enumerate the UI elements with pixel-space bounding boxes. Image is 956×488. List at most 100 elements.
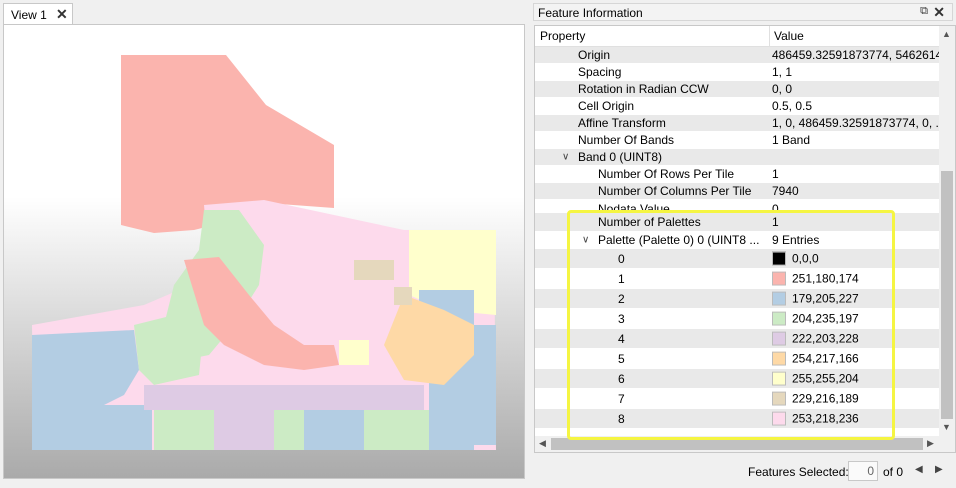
palette-rgb: 179,205,227 <box>792 291 859 306</box>
map-view[interactable] <box>3 24 525 479</box>
vertical-scroll-thumb[interactable] <box>941 171 953 419</box>
table-row[interactable]: Rotation in Radian CCW 0, 0 <box>535 81 939 98</box>
palette-index: 1 <box>618 271 625 286</box>
palette-value: 0,0,0 <box>772 251 939 266</box>
property-name: Origin <box>578 48 611 62</box>
color-swatch <box>772 331 786 346</box>
property-name: Rotation in Radian CCW <box>578 82 709 96</box>
palette-index: 5 <box>618 351 625 366</box>
scroll-down-icon[interactable]: ▼ <box>942 422 951 432</box>
chevron-down-icon[interactable]: ∨ <box>562 152 569 163</box>
property-name: Palette (Palette 0) 0 (UINT8 ... <box>598 233 760 247</box>
table-row[interactable]: Spacing 1, 1 <box>535 64 939 81</box>
palette-rgb: 0,0,0 <box>792 251 819 266</box>
panel-title-bar: Feature Information ⧉ ✕ <box>533 3 953 21</box>
table-row[interactable]: Affine Transform 1, 0, 486459.3259187377… <box>535 115 939 132</box>
palette-entry-row[interactable]: 0 0,0,0 <box>535 249 939 269</box>
scroll-right-icon[interactable]: ▶ <box>927 438 934 449</box>
palette-index: 7 <box>618 391 625 406</box>
property-value: 486459.32591873774, 5462614.71 <box>772 48 939 62</box>
property-value: 9 Entries <box>772 233 820 247</box>
property-value: 1 Band <box>772 133 811 147</box>
column-header-property[interactable]: Property <box>540 29 585 43</box>
palette-value: 222,203,228 <box>772 331 939 346</box>
vertical-scrollbar[interactable]: ▲ ▼ <box>939 26 955 436</box>
scroll-up-icon[interactable]: ▲ <box>942 29 951 39</box>
palette-value: 179,205,227 <box>772 291 939 306</box>
table-row[interactable]: Cell Origin 0.5, 0.5 <box>535 98 939 115</box>
palette-entry-row[interactable]: 2 179,205,227 <box>535 289 939 309</box>
horizontal-scrollbar[interactable]: ◀ ▶ <box>535 436 955 452</box>
float-panel-icon[interactable]: ⧉ <box>920 5 928 18</box>
palette-value: 254,217,166 <box>772 351 939 366</box>
palette-index: 3 <box>618 311 625 326</box>
palette-entry-row[interactable]: 7 229,216,189 <box>535 389 939 409</box>
color-swatch <box>772 311 786 326</box>
previous-feature-icon[interactable]: ◀ <box>915 464 923 475</box>
palette-entry-row[interactable]: 6 255,255,204 <box>535 369 939 389</box>
palette-entry-row[interactable]: 4 222,203,228 <box>535 329 939 349</box>
table-row-band-0[interactable]: ∨ Band 0 (UINT8) <box>535 149 939 166</box>
tab-close-icon[interactable]: ✕ <box>56 6 68 23</box>
palette-index: 8 <box>618 411 625 426</box>
table-row[interactable]: Nodata Value 0 <box>535 200 939 216</box>
property-value: 7940 <box>772 184 799 198</box>
property-name: Spacing <box>578 65 622 79</box>
tab-view-1-label: View 1 <box>11 8 47 22</box>
close-panel-icon[interactable]: ✕ <box>933 4 945 21</box>
color-swatch <box>772 411 786 426</box>
property-value: 0, 0 <box>772 82 793 96</box>
palette-rgb: 253,218,236 <box>792 411 859 426</box>
tab-view-1[interactable]: View 1 ✕ <box>3 3 73 24</box>
property-value: 1, 0, 486459.32591873774, 0, ... <box>772 116 939 130</box>
property-value: 1 <box>772 167 779 181</box>
property-name: Affine Transform <box>578 116 666 130</box>
palette-rgb: 204,235,197 <box>792 311 859 326</box>
table-row[interactable]: Number Of Columns Per Tile 7940 <box>535 183 939 200</box>
table-body: Origin 486459.32591873774, 5462614.71 Sp… <box>535 47 939 435</box>
horizontal-scroll-thumb[interactable] <box>551 438 923 450</box>
palette-entry-row[interactable]: 1 251,180,174 <box>535 269 939 289</box>
color-swatch <box>772 371 786 386</box>
next-feature-icon[interactable]: ▶ <box>935 464 943 475</box>
color-swatch <box>772 351 786 366</box>
table-row[interactable]: Number Of Bands 1 Band <box>535 132 939 149</box>
palette-entry-row[interactable]: 5 254,217,166 <box>535 349 939 369</box>
table-row-palette[interactable]: ∨ Palette (Palette 0) 0 (UINT8 ... 9 Ent… <box>535 232 939 249</box>
property-name: Band 0 (UINT8) <box>578 150 663 164</box>
property-name: Number Of Rows Per Tile <box>598 167 735 181</box>
property-name: Number Of Bands <box>578 133 675 147</box>
palette-rgb: 251,180,174 <box>792 271 859 286</box>
feature-information-panel: Feature Information ⧉ ✕ Property Value O… <box>531 0 956 488</box>
palette-rgb: 222,203,228 <box>792 331 859 346</box>
palette-rgb: 229,216,189 <box>792 391 859 406</box>
color-swatch <box>772 271 786 286</box>
column-divider[interactable] <box>769 26 770 46</box>
property-value: 1 <box>772 215 779 229</box>
palette-entry-row[interactable]: 3 204,235,197 <box>535 309 939 329</box>
palette-value: 253,218,236 <box>772 411 939 426</box>
palette-entry-row[interactable]: 8 253,218,236 <box>535 409 939 429</box>
palette-value: 251,180,174 <box>772 271 939 286</box>
table-row[interactable]: Number Of Rows Per Tile 1 <box>535 166 939 183</box>
property-value: 0.5, 0.5 <box>772 99 813 113</box>
palette-index: 0 <box>618 251 625 266</box>
panel-title: Feature Information <box>538 6 643 20</box>
palette-value: 229,216,189 <box>772 391 939 406</box>
table-header: Property Value <box>535 26 939 47</box>
color-swatch <box>772 391 786 406</box>
palette-rgb: 255,255,204 <box>792 371 859 386</box>
palette-index: 6 <box>618 371 625 386</box>
palette-rgb: 254,217,166 <box>792 351 859 366</box>
chevron-down-icon[interactable]: ∨ <box>582 235 589 246</box>
palette-index: 2 <box>618 291 625 306</box>
property-table: Property Value Origin 486459.32591873774… <box>534 25 956 453</box>
property-name: Cell Origin <box>578 99 635 113</box>
features-selected-input[interactable]: 0 <box>848 461 878 481</box>
table-row[interactable]: Origin 486459.32591873774, 5462614.71 <box>535 47 939 64</box>
color-swatch <box>772 291 786 306</box>
palette-value: 204,235,197 <box>772 311 939 326</box>
scroll-left-icon[interactable]: ◀ <box>539 438 546 449</box>
column-header-value[interactable]: Value <box>774 29 804 43</box>
table-row[interactable]: Number of Palettes 1 <box>535 213 939 232</box>
